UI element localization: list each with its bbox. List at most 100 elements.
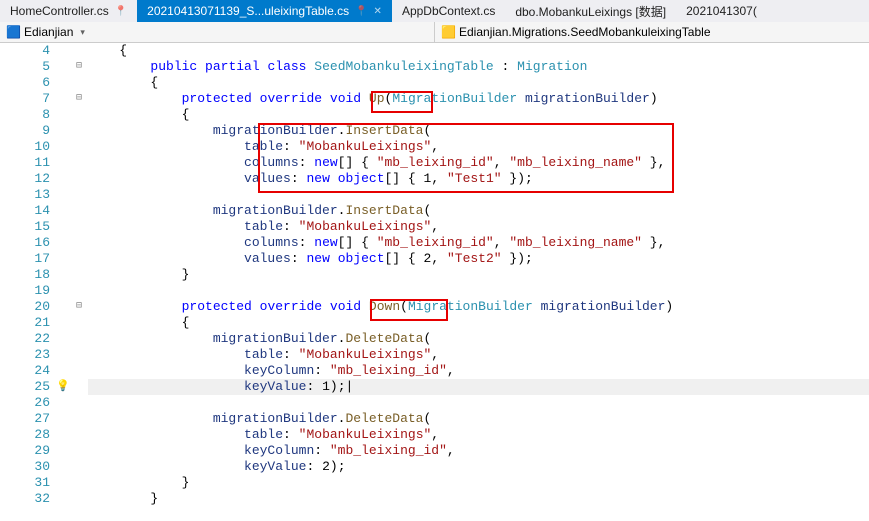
line-number: 28 <box>0 427 50 443</box>
code-line[interactable]: values: new object[] { 2, "Test2" }); <box>88 251 869 267</box>
fold-toggle[interactable]: ⊟ <box>70 299 88 315</box>
line-number: 10 <box>0 139 50 155</box>
code-line[interactable]: public partial class SeedMobankuleixingT… <box>88 59 869 75</box>
code-line[interactable]: table: "MobankuLeixings", <box>88 347 869 363</box>
tab-label: 20210413071139_S...uleixingTable.cs <box>147 4 349 18</box>
code-line[interactable]: protected override void Up(MigrationBuil… <box>88 91 869 107</box>
line-number: 24 <box>0 363 50 379</box>
fold-toggle <box>70 411 88 427</box>
code-line[interactable]: keyColumn: "mb_leixing_id", <box>88 443 869 459</box>
fold-toggle <box>70 75 88 91</box>
code-line[interactable] <box>88 395 869 411</box>
line-number: 29 <box>0 443 50 459</box>
fold-toggle <box>70 363 88 379</box>
line-number: 31 <box>0 475 50 491</box>
tab-bar: HomeController.cs📍20210413071139_S...ule… <box>0 0 869 22</box>
lightbulb-icon <box>56 395 70 411</box>
lightbulb-icon <box>56 267 70 283</box>
tab-label: HomeController.cs <box>10 4 109 18</box>
code-area[interactable]: { public partial class SeedMobankuleixin… <box>88 43 869 521</box>
fold-toggle <box>70 331 88 347</box>
fold-toggle <box>70 443 88 459</box>
code-line[interactable]: migrationBuilder.DeleteData( <box>88 331 869 347</box>
fold-toggle[interactable]: ⊟ <box>70 91 88 107</box>
code-line[interactable]: values: new object[] { 1, "Test1" }); <box>88 171 869 187</box>
code-line[interactable]: } <box>88 267 869 283</box>
line-number: 6 <box>0 75 50 91</box>
fold-toggle <box>70 459 88 475</box>
line-number: 14 <box>0 203 50 219</box>
code-line[interactable]: keyValue: 2); <box>88 459 869 475</box>
code-line[interactable]: table: "MobankuLeixings", <box>88 139 869 155</box>
lightbulb-icon <box>56 171 70 187</box>
code-line[interactable]: columns: new[] { "mb_leixing_id", "mb_le… <box>88 155 869 171</box>
fold-toggle <box>70 427 88 443</box>
code-line[interactable]: migrationBuilder.InsertData( <box>88 203 869 219</box>
nav-namespace-dropdown[interactable]: 🟦 Edianjian ▾ <box>0 22 435 42</box>
pin-icon[interactable]: 📍 <box>115 6 127 17</box>
line-number-gutter: 4567891011121314151617181920212223242526… <box>0 43 56 521</box>
lightbulb-icon <box>56 459 70 475</box>
lightbulb-icon <box>56 91 70 107</box>
lightbulb-icon <box>56 331 70 347</box>
tab-label: AppDbContext.cs <box>402 4 495 18</box>
tab-3[interactable]: dbo.MobankuLeixings [数据] <box>505 0 676 22</box>
lightbulb-icon <box>56 347 70 363</box>
lightbulb-gutter: 💡 <box>56 43 70 521</box>
fold-toggle <box>70 139 88 155</box>
pin-icon[interactable]: 📍 <box>355 6 367 17</box>
cs-icon: 🟦 <box>6 25 20 39</box>
lightbulb-icon <box>56 219 70 235</box>
fold-toggle <box>70 395 88 411</box>
lightbulb-icon <box>56 123 70 139</box>
lightbulb-icon <box>56 235 70 251</box>
code-line[interactable]: } <box>88 475 869 491</box>
code-line[interactable] <box>88 283 869 299</box>
fold-toggle <box>70 219 88 235</box>
tab-label: 2021041307( <box>686 4 757 18</box>
nav-namespace-label: Edianjian <box>24 25 73 39</box>
line-number: 30 <box>0 459 50 475</box>
code-line[interactable]: keyValue: 1);| <box>88 379 869 395</box>
class-icon: 🟨 <box>441 25 455 39</box>
tab-0[interactable]: HomeController.cs 📍 <box>0 0 137 22</box>
code-line[interactable]: protected override void Down(MigrationBu… <box>88 299 869 315</box>
code-line[interactable]: table: "MobankuLeixings", <box>88 219 869 235</box>
code-line[interactable]: table: "MobankuLeixings", <box>88 427 869 443</box>
code-line[interactable] <box>88 187 869 203</box>
nav-bar: 🟦 Edianjian ▾ 🟨 Edianjian.Migrations.See… <box>0 22 869 43</box>
fold-toggle <box>70 187 88 203</box>
lightbulb-icon[interactable]: 💡 <box>56 379 70 395</box>
line-number: 15 <box>0 219 50 235</box>
code-line[interactable]: { <box>88 75 869 91</box>
fold-toggle <box>70 491 88 507</box>
line-number: 9 <box>0 123 50 139</box>
code-line[interactable]: } <box>88 491 869 507</box>
lightbulb-icon <box>56 491 70 507</box>
lightbulb-icon <box>56 251 70 267</box>
tab-1[interactable]: 20210413071139_S...uleixingTable.cs 📍 ✕ <box>137 0 392 22</box>
close-icon[interactable]: ✕ <box>374 6 382 17</box>
code-line[interactable]: { <box>88 43 869 59</box>
fold-toggle <box>70 251 88 267</box>
code-line[interactable]: columns: new[] { "mb_leixing_id", "mb_le… <box>88 235 869 251</box>
code-line[interactable]: { <box>88 107 869 123</box>
lightbulb-icon <box>56 107 70 123</box>
lightbulb-icon <box>56 443 70 459</box>
lightbulb-icon <box>56 427 70 443</box>
fold-toggle[interactable]: ⊟ <box>70 59 88 75</box>
lightbulb-icon <box>56 411 70 427</box>
code-line[interactable]: keyColumn: "mb_leixing_id", <box>88 363 869 379</box>
lightbulb-icon <box>56 475 70 491</box>
code-line[interactable]: migrationBuilder.DeleteData( <box>88 411 869 427</box>
tab-4[interactable]: 2021041307( <box>676 0 767 22</box>
fold-toggle <box>70 43 88 59</box>
tab-2[interactable]: AppDbContext.cs <box>392 0 505 22</box>
fold-toggle <box>70 203 88 219</box>
fold-toggle <box>70 155 88 171</box>
line-number: 13 <box>0 187 50 203</box>
nav-class-dropdown[interactable]: 🟨 Edianjian.Migrations.SeedMobankuleixin… <box>435 22 869 42</box>
code-line[interactable]: migrationBuilder.InsertData( <box>88 123 869 139</box>
lightbulb-icon <box>56 155 70 171</box>
code-line[interactable]: { <box>88 315 869 331</box>
